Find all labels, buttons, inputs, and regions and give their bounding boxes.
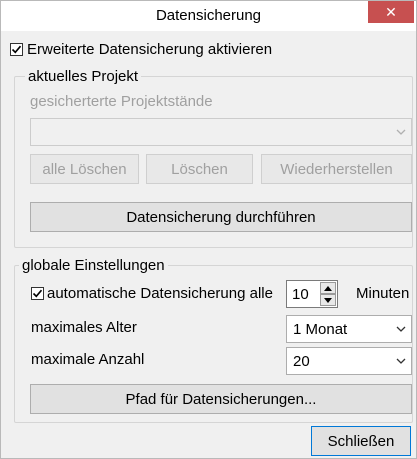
backup-path-button[interactable]: Pfad für Datensicherungen... — [30, 384, 412, 414]
max-count-label: maximale Anzahl — [31, 351, 145, 368]
spinner-up-button[interactable] — [320, 282, 336, 294]
chevron-down-icon — [396, 129, 406, 135]
close-button-label: Schließen — [327, 432, 395, 450]
run-backup-button[interactable]: Datensicherung durchführen — [30, 202, 412, 232]
max-age-value: 1 Monat — [293, 320, 348, 338]
extended-backup-checkbox[interactable] — [10, 43, 23, 56]
arrow-up-icon — [324, 285, 332, 291]
delete-all-label: alle Löschen — [42, 160, 127, 178]
checkmark-icon — [11, 45, 22, 54]
extended-backup-label[interactable]: Erweiterte Datensicherung aktivieren — [27, 41, 272, 58]
delete-all-button[interactable]: alle Löschen — [30, 154, 139, 184]
close-window-button[interactable]: ✕ — [368, 1, 414, 23]
checkmark-icon — [32, 289, 43, 298]
title-bar: Datensicherung ✕ — [1, 1, 416, 31]
backup-path-label: Pfad für Datensicherungen... — [125, 390, 317, 408]
backup-dialog: Datensicherung ✕ Erweiterte Datensicheru… — [0, 0, 417, 459]
global-settings-group-title: globale Einstellungen — [19, 257, 168, 274]
spinner-down-button[interactable] — [320, 294, 336, 306]
max-age-dropdown[interactable]: 1 Monat — [286, 315, 412, 343]
max-count-value: 20 — [293, 352, 310, 370]
arrow-down-icon — [324, 297, 332, 303]
saved-states-dropdown[interactable] — [30, 118, 412, 146]
chevron-down-icon — [396, 358, 406, 364]
spinner-buttons — [320, 282, 336, 306]
max-count-dropdown[interactable]: 20 — [286, 347, 412, 375]
auto-backup-checkbox[interactable] — [31, 287, 44, 300]
backup-interval-spinner[interactable]: 10 — [286, 280, 338, 308]
chevron-down-icon — [396, 326, 406, 332]
close-icon: ✕ — [385, 3, 397, 20]
close-button[interactable]: Schließen — [311, 426, 411, 456]
auto-backup-label[interactable]: automatische Datensicherung alle — [47, 285, 273, 302]
run-backup-label: Datensicherung durchführen — [126, 208, 316, 226]
delete-label: Löschen — [171, 160, 228, 178]
restore-label: Wiederherstellen — [280, 160, 393, 178]
minutes-unit-label: Minuten — [356, 285, 410, 302]
restore-button[interactable]: Wiederherstellen — [261, 154, 412, 184]
max-age-label: maximales Alter — [31, 319, 137, 336]
dialog-title: Datensicherung — [155, 7, 262, 24]
current-project-group-title: aktuelles Projekt — [25, 68, 142, 85]
saved-states-label: gesicherterte Projektstände — [30, 93, 213, 110]
delete-button[interactable]: Löschen — [146, 154, 253, 184]
backup-interval-value[interactable]: 10 — [292, 286, 309, 303]
